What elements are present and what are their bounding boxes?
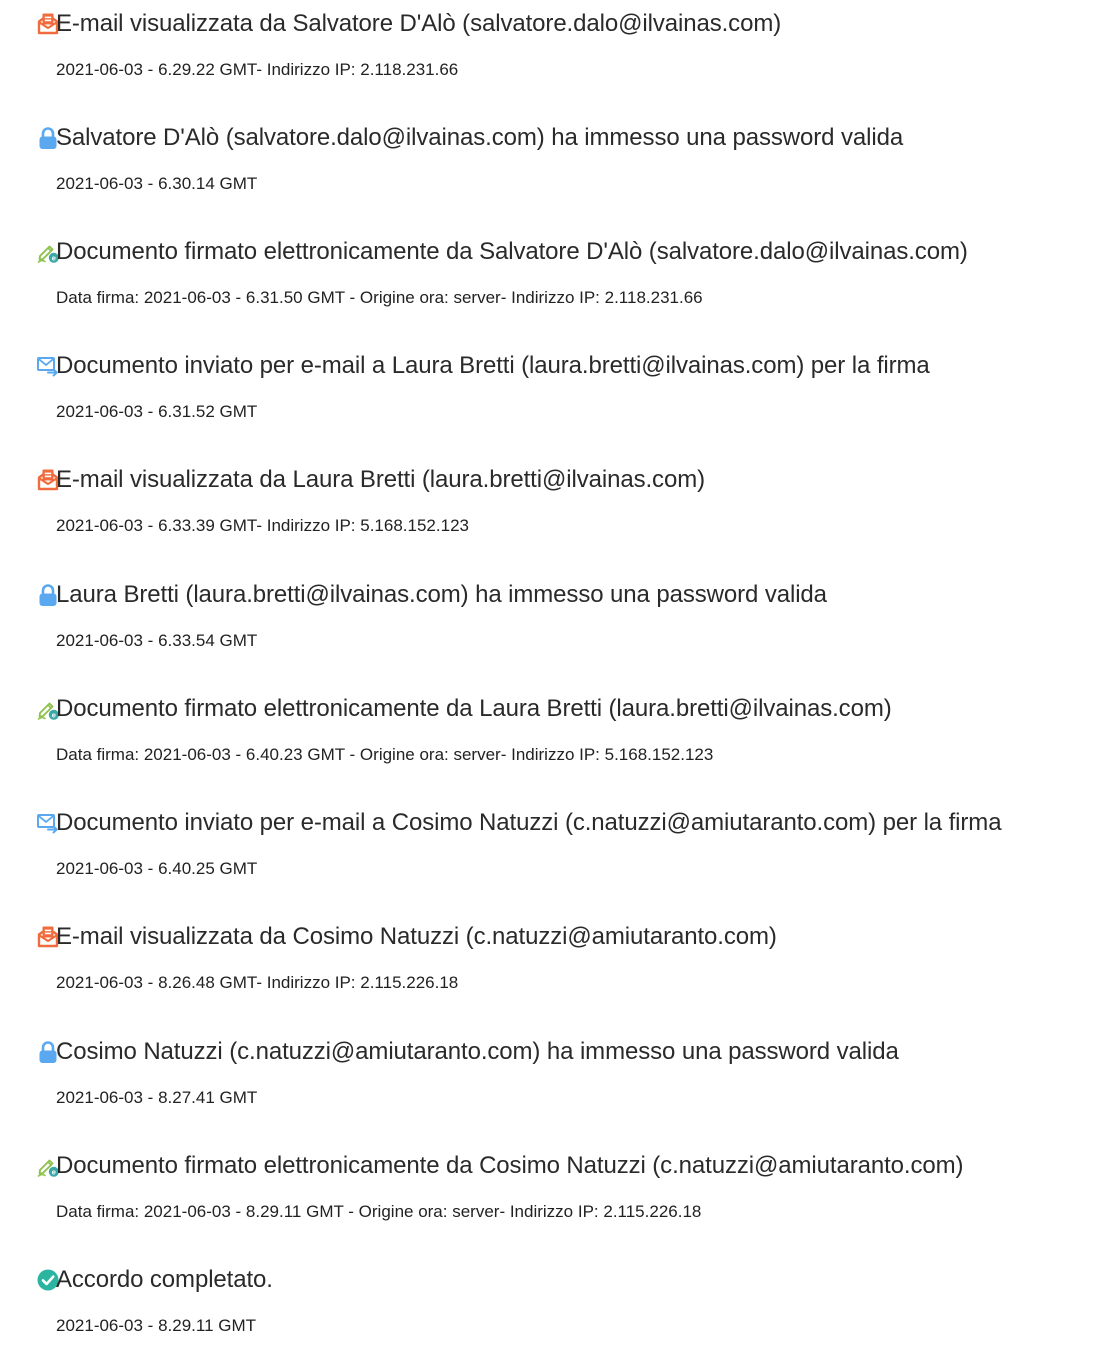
audit-event: E-mail visualizzata da Salvatore D'Alò (… [0, 0, 1120, 100]
audit-event: Accordo completato. 2021-06-03 - 8.29.11… [0, 1256, 1120, 1356]
audit-event: Laura Bretti (laura.bretti@ilvainas.com)… [0, 571, 1120, 671]
audit-event: Documento inviato per e-mail a Laura Bre… [0, 342, 1120, 442]
audit-event: e Documento firmato elettronicamente da … [0, 228, 1120, 328]
event-detail: Data firma: 2021-06-03 - 6.31.50 GMT - O… [56, 288, 703, 307]
event-title: E-mail visualizzata da Laura Bretti (lau… [56, 466, 705, 493]
event-detail: 2021-06-03 - 8.26.48 GMT- Indirizzo IP: … [56, 973, 459, 992]
event-detail: 2021-06-03 - 6.33.54 GMT [56, 631, 258, 650]
event-detail: 2021-06-03 - 6.40.25 GMT [56, 859, 258, 878]
audit-event: e Documento firmato elettronicamente da … [0, 685, 1120, 785]
event-title: Salvatore D'Alò (salvatore.dalo@ilvainas… [56, 124, 904, 151]
event-title: Documento firmato elettronicamente da Co… [56, 1152, 964, 1179]
audit-event: Salvatore D'Alò (salvatore.dalo@ilvainas… [0, 114, 1120, 214]
event-title: Documento inviato per e-mail a Laura Bre… [56, 352, 930, 379]
audit-event: Cosimo Natuzzi (c.natuzzi@amiutaranto.co… [0, 1028, 1120, 1128]
event-detail: 2021-06-03 - 8.29.11 GMT [56, 1316, 257, 1335]
event-detail: 2021-06-03 - 6.31.52 GMT [56, 402, 258, 421]
audit-event: E-mail visualizzata da Cosimo Natuzzi (c… [0, 913, 1120, 1013]
audit-event: Documento inviato per e-mail a Cosimo Na… [0, 799, 1120, 899]
event-detail: 2021-06-03 - 6.33.39 GMT- Indirizzo IP: … [56, 516, 469, 535]
audit-event: E-mail visualizzata da Laura Bretti (lau… [0, 456, 1120, 556]
event-title: Documento inviato per e-mail a Cosimo Na… [56, 809, 1002, 836]
event-title: Cosimo Natuzzi (c.natuzzi@amiutaranto.co… [56, 1038, 899, 1065]
event-detail: 2021-06-03 - 8.27.41 GMT [56, 1088, 258, 1107]
event-detail: Data firma: 2021-06-03 - 6.40.23 GMT - O… [56, 745, 714, 764]
event-detail: 2021-06-03 - 6.30.14 GMT [56, 174, 258, 193]
event-title: Laura Bretti (laura.bretti@ilvainas.com)… [56, 581, 827, 608]
event-title: Documento firmato elettronicamente da La… [56, 695, 892, 722]
audit-event: e Documento firmato elettronicamente da … [0, 1142, 1120, 1242]
event-title: Accordo completato. [56, 1266, 273, 1293]
event-detail: Data firma: 2021-06-03 - 8.29.11 GMT - O… [56, 1202, 702, 1221]
event-title: Documento firmato elettronicamente da Sa… [56, 238, 968, 265]
event-title: E-mail visualizzata da Cosimo Natuzzi (c… [56, 923, 777, 950]
event-title: E-mail visualizzata da Salvatore D'Alò (… [56, 10, 782, 37]
event-detail: 2021-06-03 - 6.29.22 GMT- Indirizzo IP: … [56, 60, 459, 79]
